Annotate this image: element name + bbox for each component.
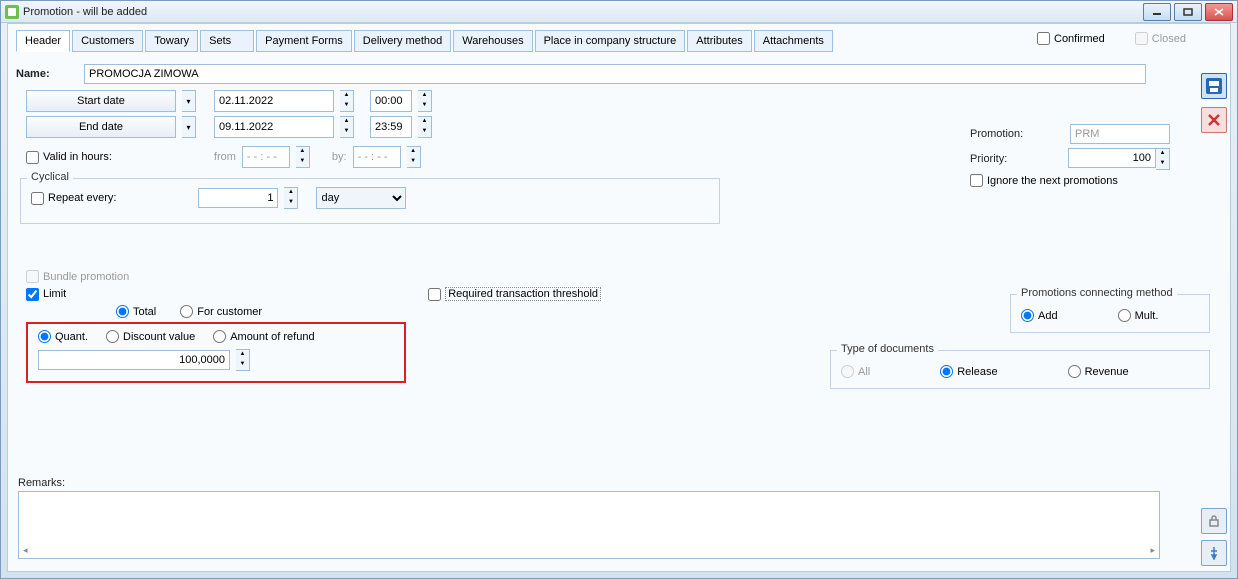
ignore-next-checkbox[interactable]: Ignore the next promotions <box>970 174 1170 187</box>
close-button[interactable] <box>1205 3 1233 21</box>
valid-hours-checkbox[interactable]: Valid in hours: <box>26 151 112 164</box>
content-area: Confirmed Closed Header Customers Towary… <box>7 23 1231 572</box>
tab-payment-forms[interactable]: Payment Forms <box>256 30 352 52</box>
tab-attributes[interactable]: Attributes <box>687 30 751 52</box>
for-customer-radio[interactable]: For customer <box>180 305 262 318</box>
by-time-spinner[interactable]: ▲▼ <box>407 146 421 168</box>
remarks-textarea[interactable]: ◂ ▸ <box>18 491 1160 559</box>
end-time-input[interactable] <box>370 116 412 138</box>
limit-checkbox[interactable]: Limit <box>26 288 66 301</box>
tab-attachments[interactable]: Attachments <box>754 30 833 52</box>
start-time-input[interactable] <box>370 90 412 112</box>
conn-mult-radio[interactable]: Mult. <box>1118 309 1159 322</box>
remarks-label: Remarks: <box>18 477 65 489</box>
limit-value-spinner[interactable]: ▲▼ <box>236 349 250 371</box>
start-date-spinner[interactable]: ▲▼ <box>340 90 354 112</box>
scroll-left-icon[interactable]: ◂ <box>23 545 28 556</box>
app-icon <box>5 5 19 19</box>
limit-value-input[interactable] <box>38 350 230 370</box>
repeat-checkbox[interactable]: Repeat every: <box>31 192 116 205</box>
promotion-window: Promotion - will be added Confirmed Clos… <box>0 0 1238 579</box>
pin-button[interactable] <box>1201 540 1227 566</box>
total-radio[interactable]: Total <box>116 305 156 318</box>
quant-radio[interactable]: Quant. <box>38 330 88 343</box>
end-time-spinner[interactable]: ▲▼ <box>418 116 432 138</box>
tab-sets[interactable]: Sets <box>200 30 254 52</box>
start-date-input[interactable] <box>214 90 334 112</box>
doc-type-legend: Type of documents <box>837 343 938 355</box>
start-date-button[interactable]: Start date <box>26 90 176 112</box>
by-label: by: <box>332 151 347 163</box>
discount-value-radio[interactable]: Discount value <box>106 330 195 343</box>
start-time-spinner[interactable]: ▲▼ <box>418 90 432 112</box>
end-date-input[interactable] <box>214 116 334 138</box>
lock-button[interactable] <box>1201 508 1227 534</box>
repeat-value-input[interactable] <box>198 188 278 208</box>
limit-highlight-box: Quant. Discount value Amount of refund ▲… <box>26 322 406 383</box>
repeat-spinner[interactable]: ▲▼ <box>284 187 298 209</box>
conn-method-legend: Promotions connecting method <box>1017 287 1177 299</box>
cancel-button[interactable] <box>1201 107 1227 133</box>
tab-place-structure[interactable]: Place in company structure <box>535 30 686 52</box>
repeat-unit-select[interactable]: day <box>316 187 406 209</box>
priority-spinner[interactable]: ▲▼ <box>1156 148 1170 170</box>
right-details: Promotion: Priority: ▲▼ Ignore the next … <box>970 124 1170 187</box>
start-date-dropdown-icon[interactable]: ▾ <box>182 90 196 112</box>
tab-customers[interactable]: Customers <box>72 30 143 52</box>
connecting-method-fieldset: Promotions connecting method Add Mult. <box>1010 294 1210 333</box>
save-button[interactable] <box>1201 73 1227 99</box>
titlebar: Promotion - will be added <box>1 1 1237 23</box>
maximize-button[interactable] <box>1174 3 1202 21</box>
from-time-spinner[interactable]: ▲▼ <box>296 146 310 168</box>
name-input[interactable] <box>84 64 1146 84</box>
amount-refund-radio[interactable]: Amount of refund <box>213 330 314 343</box>
from-time-input[interactable] <box>242 146 290 168</box>
promotion-code-input <box>1070 124 1170 144</box>
by-time-input[interactable] <box>353 146 401 168</box>
cyclical-legend: Cyclical <box>27 171 73 183</box>
priority-input[interactable] <box>1068 148 1156 168</box>
tab-header[interactable]: Header <box>16 30 70 52</box>
window-title: Promotion - will be added <box>23 6 1233 18</box>
doc-revenue-radio[interactable]: Revenue <box>1068 365 1129 378</box>
tab-warehouses[interactable]: Warehouses <box>453 30 532 52</box>
minimize-button[interactable] <box>1143 3 1171 21</box>
tab-delivery-method[interactable]: Delivery method <box>354 30 451 52</box>
doc-type-fieldset: Type of documents All Release Revenue <box>830 350 1210 389</box>
conn-add-radio[interactable]: Add <box>1021 309 1058 322</box>
end-date-dropdown-icon[interactable]: ▾ <box>182 116 196 138</box>
tab-towary[interactable]: Towary <box>145 30 198 52</box>
required-threshold-checkbox[interactable]: Required transaction threshold <box>428 287 601 301</box>
closed-checkbox: Closed <box>1135 32 1186 45</box>
from-label: from <box>214 151 236 163</box>
doc-all-radio: All <box>841 365 870 378</box>
cyclical-fieldset: Cyclical Repeat every: ▲▼ day <box>20 178 720 224</box>
end-date-button[interactable]: End date <box>26 116 176 138</box>
scroll-right-icon[interactable]: ▸ <box>1150 545 1155 556</box>
priority-label: Priority: <box>970 153 1007 165</box>
status-checks: Confirmed Closed <box>1037 32 1186 45</box>
name-label: Name: <box>16 68 78 80</box>
promotion-label: Promotion: <box>970 128 1023 140</box>
end-date-spinner[interactable]: ▲▼ <box>340 116 354 138</box>
confirmed-checkbox[interactable]: Confirmed <box>1037 32 1105 45</box>
bundle-checkbox: Bundle promotion <box>26 270 1222 283</box>
doc-release-radio[interactable]: Release <box>940 365 997 378</box>
